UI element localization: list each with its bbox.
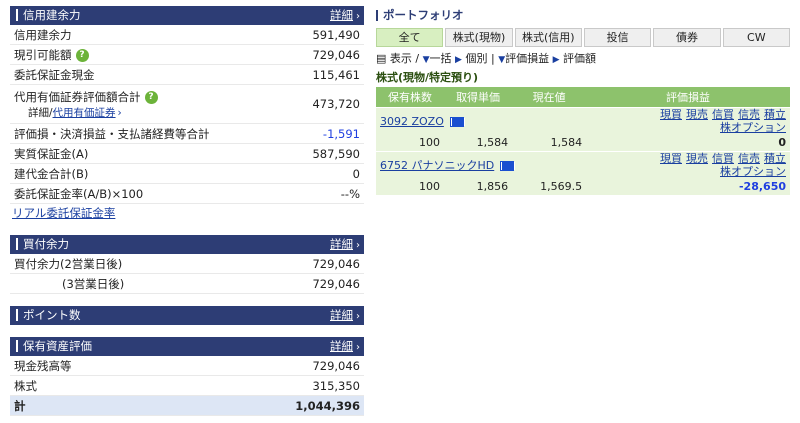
mail-icon[interactable]: [500, 161, 516, 171]
credit-row: 代用有価証券評価額合計? 詳細/代用有価証券 › 473,720: [10, 85, 364, 124]
tab-all[interactable]: 全て: [376, 28, 444, 47]
display-icon: ▤: [376, 52, 387, 65]
credit-row: 現引可能額? 729,046: [10, 45, 364, 65]
real-margin-ratio-link[interactable]: リアル委託保証金率: [12, 206, 115, 220]
arrow-icon: ›: [117, 106, 122, 119]
credit-title: 信用建余力: [23, 8, 81, 22]
col-shares: 保有株数: [376, 87, 445, 108]
help-icon[interactable]: ?: [144, 90, 158, 104]
assets-row: 現金残高等 729,046: [10, 356, 364, 376]
points-title: ポイント数: [23, 308, 81, 322]
action-spot-buy[interactable]: 現買: [660, 108, 682, 121]
col-pl: 評価損益: [586, 87, 790, 108]
action-spot-sell[interactable]: 現売: [686, 108, 708, 121]
substitute-securities-link[interactable]: 代用有価証券: [53, 107, 116, 119]
buying-header: 買付余力 詳細 ›: [10, 235, 364, 254]
detail-prefix: 詳細/: [28, 106, 53, 119]
header-bar-icon: [16, 8, 18, 21]
tab-spot-stock[interactable]: 株式(現物): [445, 28, 513, 47]
credit-detail-link[interactable]: 詳細 ›: [330, 6, 360, 26]
triangle-right-icon: ▶: [455, 55, 462, 65]
triangle-down-icon: ▼: [422, 55, 430, 65]
portfolio-title: ポートフォリオ: [376, 6, 790, 24]
credit-row: 実質保証金(A) 587,590: [10, 144, 364, 164]
portfolio-panel: ポートフォリオ 全て 株式(現物) 株式(信用) 投信 債券 CW ▤ 表示 /…: [376, 6, 790, 195]
help-icon[interactable]: ?: [75, 48, 89, 62]
credit-row: 建代金合計(B) 0: [10, 164, 364, 184]
col-price: 現在値: [512, 87, 587, 108]
assets-row: 株式 315,350: [10, 376, 364, 396]
action-accumulate[interactable]: 積立: [764, 152, 786, 165]
mail-icon[interactable]: [449, 116, 465, 127]
holding-value-row: 100 1,584 1,584 0: [376, 134, 790, 152]
assets-detail-link[interactable]: 詳細 ›: [330, 337, 360, 357]
action-stock-option[interactable]: 株オプション: [720, 165, 786, 178]
tab-fund[interactable]: 投信: [583, 28, 652, 47]
assets-total-row: 計 1,044,396: [10, 396, 364, 416]
stock-link-panasonic[interactable]: 6752 パナソニックHD: [380, 159, 494, 172]
header-bar-icon: [16, 308, 18, 321]
portfolio-controls: ▤ 表示 / ▼一括 ▶ 個別 | ▼評価損益 ▶ 評価額: [376, 52, 597, 65]
credit-row: 委託保証金率(A/B)×100 --%: [10, 184, 364, 204]
title-bar-icon: [376, 10, 378, 21]
tab-bond[interactable]: 債券: [653, 28, 721, 47]
arrow-icon: ›: [356, 11, 360, 22]
action-margin-buy[interactable]: 信買: [712, 152, 734, 165]
action-margin-buy[interactable]: 信買: [712, 108, 734, 121]
individual-toggle[interactable]: 個別: [465, 52, 487, 65]
tab-margin-stock[interactable]: 株式(信用): [514, 28, 582, 47]
action-margin-sell[interactable]: 信売: [738, 108, 760, 121]
bulk-toggle[interactable]: ▼一括: [423, 52, 452, 65]
credit-row: 評価損・決済損益・支払諸経費等合計 -1,591: [10, 124, 364, 144]
header-bar-icon: [16, 339, 18, 352]
action-stock-option[interactable]: 株オプション: [720, 121, 786, 134]
arrow-icon: ›: [356, 240, 360, 251]
amount-toggle[interactable]: 評価額: [563, 52, 596, 65]
action-spot-sell[interactable]: 現売: [686, 152, 708, 165]
stock-link-zozo[interactable]: 3092 ZOZO: [380, 115, 444, 128]
credit-row: 信用建余力 591,490: [10, 25, 364, 45]
display-label: 表示: [389, 52, 412, 65]
portfolio-subtitle: 株式(現物/特定預り): [376, 71, 479, 84]
header-bar-icon: [16, 237, 18, 250]
buying-detail-link[interactable]: 詳細 ›: [330, 235, 360, 255]
buying-title: 買付余力: [23, 237, 69, 251]
buying-row: 買付余力(2営業日後) 729,046: [10, 254, 364, 274]
action-margin-sell[interactable]: 信売: [738, 152, 760, 165]
holding-name-row: 6752 パナソニックHD 現買 現売 信買 信売 積立 株オプション: [376, 151, 790, 178]
credit-header: 信用建余力 詳細 ›: [10, 6, 364, 25]
col-cost: 取得単価: [444, 87, 513, 108]
holding-name-row: 3092 ZOZO 現買 現売 信買 信売 積立 株オプション: [376, 107, 790, 134]
points-header: ポイント数 詳細 ›: [10, 306, 364, 325]
assets-header: 保有資産評価 詳細 ›: [10, 337, 364, 356]
holding-value-row: 100 1,856 1,569.5 -28,650: [376, 178, 790, 195]
left-panel: 信用建余力 詳細 › 信用建余力 591,490 現引可能額? 729,046 委託保…: [10, 6, 364, 416]
action-spot-buy[interactable]: 現買: [660, 152, 682, 165]
action-accumulate[interactable]: 積立: [764, 108, 786, 121]
arrow-icon: ›: [356, 342, 360, 353]
arrow-icon: ›: [356, 311, 360, 322]
credit-row: 委託保証金現金 115,461: [10, 65, 364, 85]
assets-title: 保有資産評価: [23, 339, 92, 353]
portfolio-tabs: 全て 株式(現物) 株式(信用) 投信 債券 CW: [376, 28, 790, 47]
triangle-right-icon: ▶: [552, 55, 560, 65]
points-detail-link[interactable]: 詳細 ›: [330, 306, 360, 326]
tab-cw[interactable]: CW: [722, 28, 790, 47]
holdings-table: 保有株数 取得単価 現在値 評価損益 3092 ZOZO 現買 現売 信買 信売 積立株…: [376, 87, 790, 195]
pl-toggle[interactable]: ▼評価損益: [498, 52, 549, 65]
buying-row: (3営業日後) 729,046: [10, 274, 364, 294]
